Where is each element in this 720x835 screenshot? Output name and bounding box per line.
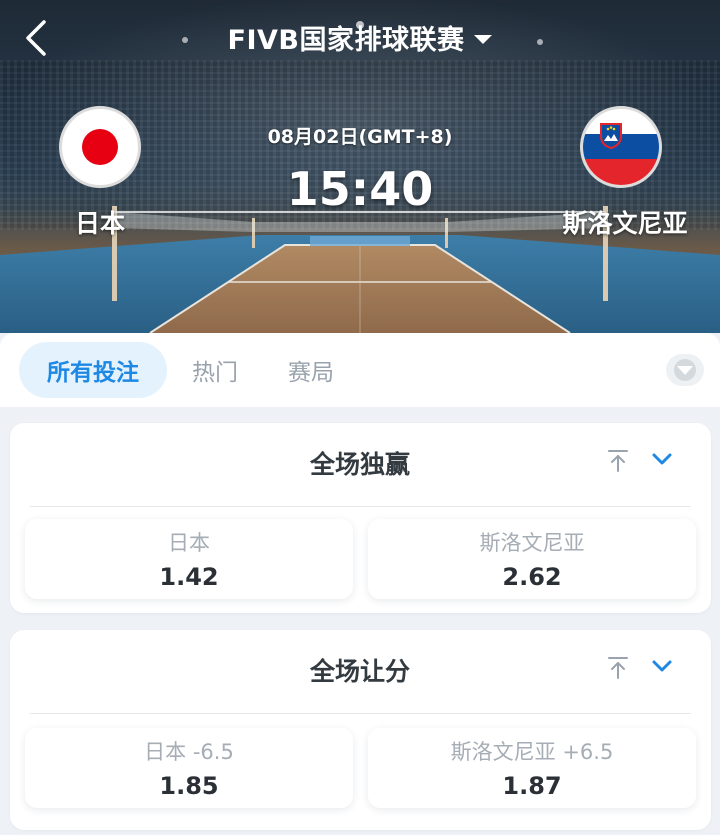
divider bbox=[30, 506, 691, 507]
market-card-moneyline: 全场独赢 日本 1.42 斯洛文尼亚 2.62 bbox=[10, 423, 711, 613]
collapse-market-button[interactable] bbox=[648, 445, 676, 473]
odds-value: 1.85 bbox=[159, 772, 219, 800]
odds-selection-label: 日本 -6.5 bbox=[144, 740, 234, 764]
odds-value: 1.42 bbox=[159, 563, 219, 591]
expand-tabs-button[interactable] bbox=[666, 354, 704, 386]
odds-selection-label: 日本 bbox=[168, 531, 210, 555]
pin-to-top-button[interactable] bbox=[604, 447, 632, 475]
match-date: 08月02日(GMT+8) bbox=[267, 126, 453, 148]
odds-value: 2.62 bbox=[502, 563, 562, 591]
tab-all-bets[interactable]: 所有投注 bbox=[19, 342, 167, 398]
odds-selection-label: 斯洛文尼亚 bbox=[479, 531, 585, 555]
chevron-down-icon bbox=[652, 453, 672, 465]
odds-button-home[interactable]: 日本 1.42 bbox=[25, 519, 353, 599]
chevron-down-icon bbox=[652, 660, 672, 672]
odds-button-home[interactable]: 日本 -6.5 1.85 bbox=[25, 728, 353, 808]
odds-button-away[interactable]: 斯洛文尼亚 2.62 bbox=[368, 519, 696, 599]
tab-popular[interactable]: 热门 bbox=[176, 342, 254, 398]
pin-to-top-icon bbox=[608, 657, 628, 679]
caret-down-icon bbox=[474, 35, 493, 44]
league-title-bar: FIVB国家排球联赛 bbox=[0, 18, 720, 57]
tab-sets[interactable]: 赛局 bbox=[270, 342, 352, 398]
triangle-down-icon bbox=[674, 359, 696, 381]
pin-to-top-button[interactable] bbox=[604, 654, 632, 682]
odds-button-away[interactable]: 斯洛文尼亚 +6.5 1.87 bbox=[368, 728, 696, 808]
market-card-handicap: 全场让分 日本 -6.5 1.85 斯洛文尼亚 +6.5 1.87 bbox=[10, 630, 711, 830]
match-hero-banner: FIVB国家排球联赛 日本 斯洛文尼亚 08月02日(GMT+8) 15:40 bbox=[0, 0, 720, 333]
pin-to-top-icon bbox=[608, 450, 628, 472]
collapse-market-button[interactable] bbox=[648, 652, 676, 680]
match-time: 15:40 bbox=[286, 162, 434, 216]
odds-value: 1.87 bbox=[502, 772, 562, 800]
league-selector[interactable]: FIVB国家排球联赛 bbox=[228, 18, 493, 57]
bet-category-tabs: 所有投注 热门 赛局 bbox=[0, 333, 720, 407]
divider bbox=[30, 713, 691, 714]
league-title: FIVB国家排球联赛 bbox=[227, 25, 465, 56]
odds-selection-label: 斯洛文尼亚 +6.5 bbox=[450, 740, 614, 764]
